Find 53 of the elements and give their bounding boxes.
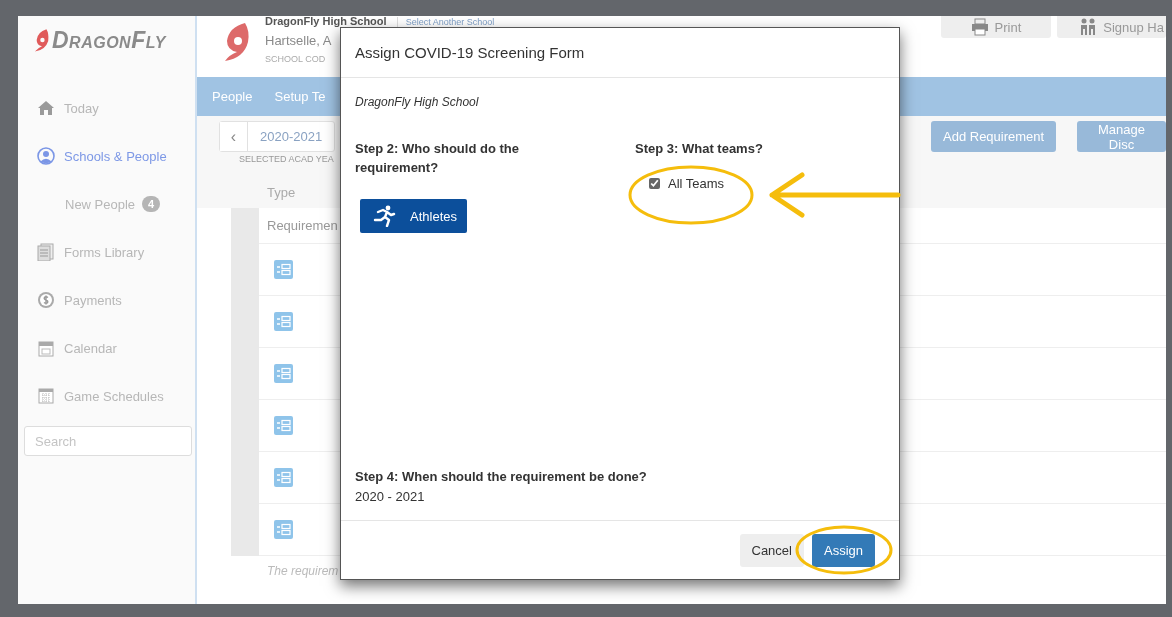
year-value: 2020-2021 bbox=[259, 128, 324, 146]
assign-button[interactable]: Assign bbox=[811, 533, 875, 567]
document-icon bbox=[37, 243, 55, 261]
home-icon bbox=[37, 99, 55, 117]
dialog-title: Assign COVID-19 Screening Form bbox=[341, 28, 899, 78]
team-checkbox[interactable] bbox=[649, 178, 660, 189]
sidebar-subitem[interactable]: New People 4 bbox=[18, 180, 195, 228]
header-button[interactable]: Print bbox=[940, 16, 1052, 38]
action-button[interactable]: Manage Disc bbox=[1077, 121, 1166, 152]
item-label: New People bbox=[65, 196, 136, 212]
school-location: Hartselle, A bbox=[265, 33, 332, 48]
checkbox-label: All Teams bbox=[668, 176, 725, 191]
people-icon bbox=[1079, 18, 1098, 36]
nav-tab[interactable]: Setup Te bbox=[274, 77, 326, 116]
form-icon[interactable] bbox=[274, 416, 293, 435]
form-icon[interactable] bbox=[274, 520, 293, 539]
year-caption: SELECTED ACAD YEA bbox=[239, 154, 334, 164]
form-icon[interactable] bbox=[274, 364, 293, 383]
header-button[interactable]: Signup Ha bbox=[1057, 16, 1166, 38]
logo-icon bbox=[223, 22, 251, 62]
sidebar-item[interactable]: Today bbox=[18, 84, 195, 132]
switch-school-link[interactable]: Select Another School bbox=[396, 16, 495, 27]
form-icon[interactable] bbox=[274, 468, 293, 487]
schedule-grid-icon bbox=[37, 387, 55, 405]
count-badge: 4 bbox=[142, 196, 161, 212]
action-button[interactable]: Add Requirement bbox=[931, 121, 1057, 152]
form-icon[interactable] bbox=[274, 312, 293, 331]
audience-button[interactable]: Athletes bbox=[360, 199, 467, 233]
column-header: Type bbox=[267, 185, 296, 200]
form-icon[interactable] bbox=[274, 260, 293, 279]
dollar-icon bbox=[37, 291, 55, 309]
sidebar-item[interactable]: Forms Library bbox=[18, 228, 195, 276]
previous-year-button[interactable]: ‹ bbox=[220, 122, 248, 151]
user-icon bbox=[37, 147, 55, 165]
step-heading: Step 4: When should the requirement be done? bbox=[355, 468, 648, 486]
printer-icon bbox=[970, 18, 989, 36]
logo-icon bbox=[34, 28, 50, 52]
year-value: 2020 - 2021 bbox=[355, 489, 426, 504]
step-heading: Step 3: What teams? bbox=[635, 140, 764, 158]
school-name: DragonFly High School bbox=[265, 16, 387, 27]
logo-text: DragonFly bbox=[52, 26, 166, 54]
sidebar-item[interactable]: Game Schedules bbox=[18, 372, 195, 420]
school-name: DragonFly High School bbox=[355, 95, 480, 109]
sidebar-item[interactable]: Schools & People bbox=[18, 132, 195, 180]
step-heading: Step 2: Who should do the requirement? bbox=[355, 140, 520, 177]
sidebar-item[interactable]: Payments bbox=[18, 276, 195, 324]
search-field[interactable]: Search bbox=[24, 426, 192, 456]
sidebar-item[interactable]: Calendar bbox=[18, 324, 195, 372]
runner-icon bbox=[372, 205, 396, 227]
nav-tab[interactable]: People bbox=[212, 77, 253, 116]
cancel-button[interactable]: Cancel bbox=[739, 533, 804, 567]
school-code-label: SCHOOL COD bbox=[265, 54, 326, 64]
calendar-icon bbox=[37, 339, 55, 357]
